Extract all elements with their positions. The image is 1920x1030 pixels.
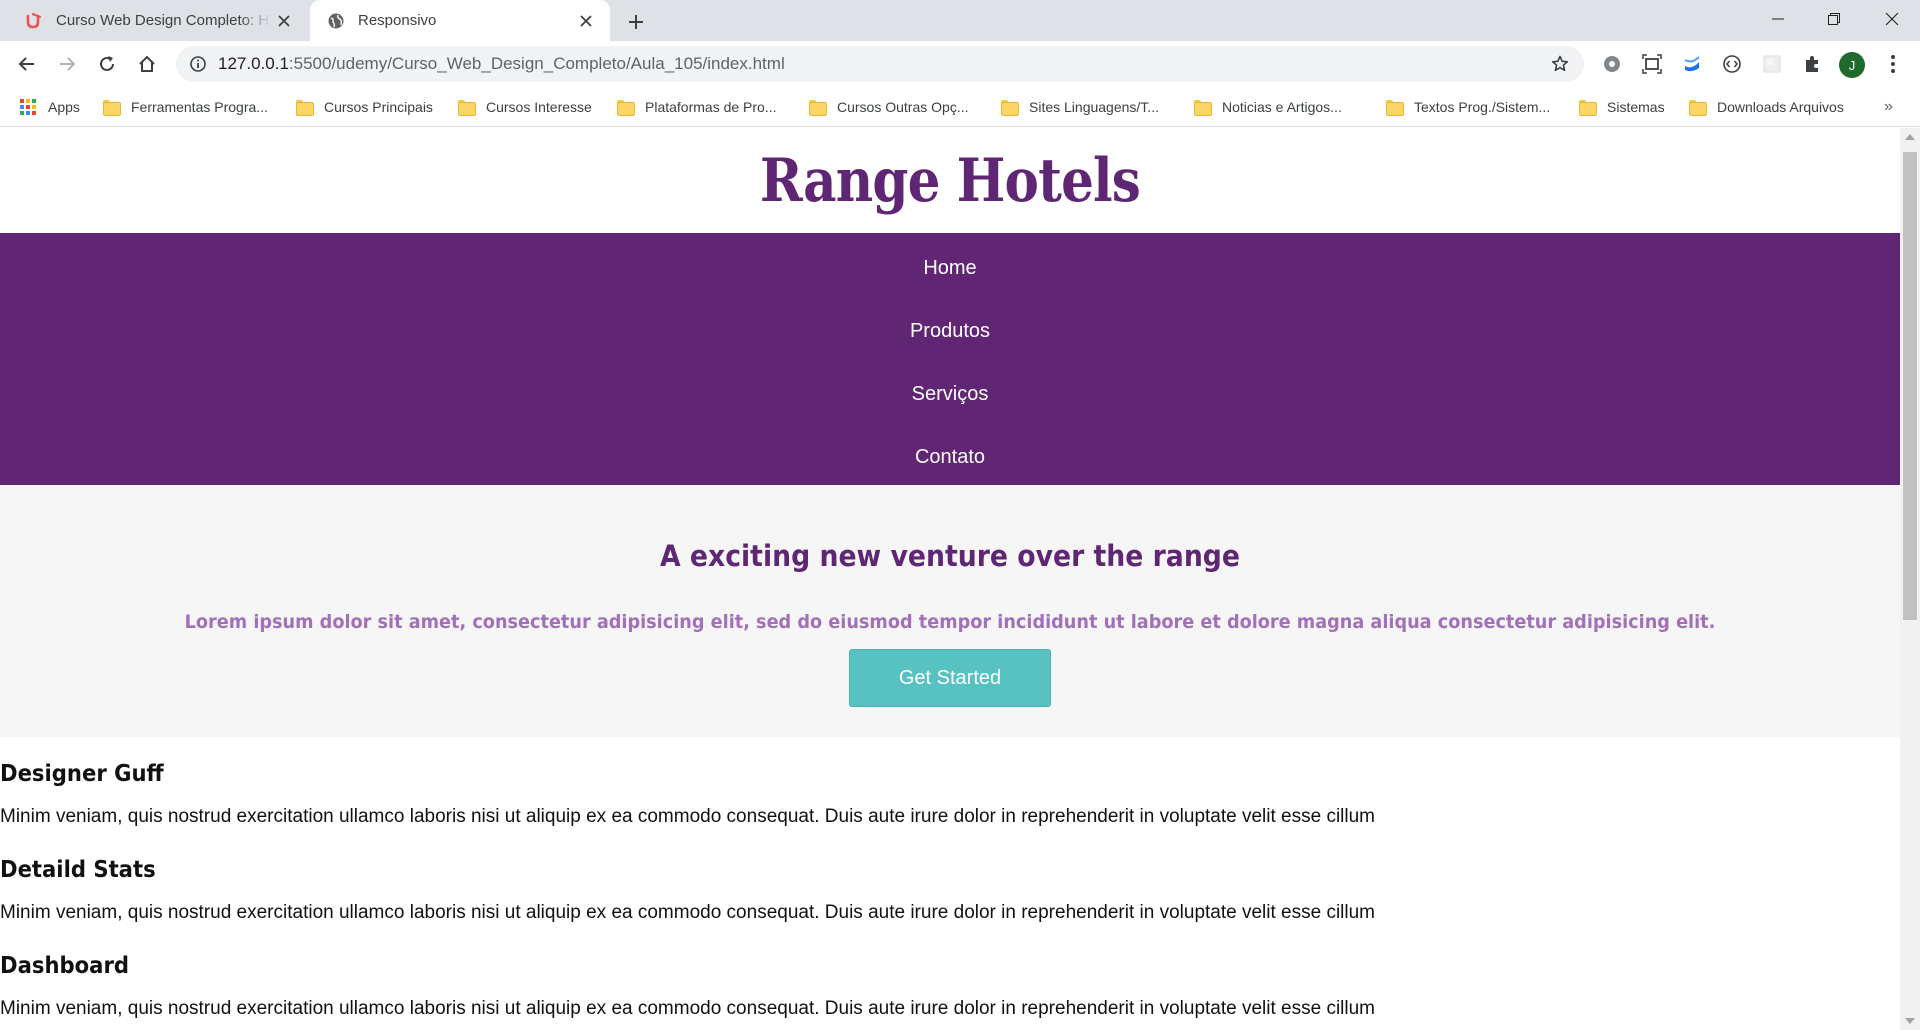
globe-icon <box>326 11 346 31</box>
bookmark-label: Ferramentas Progra... <box>131 99 268 115</box>
nav-link-home[interactable]: Home <box>923 257 976 280</box>
feature-text: Minim veniam, quis nostrud exercitation … <box>0 998 1376 1019</box>
tab-udemy-course[interactable]: Curso Web Design Completo: HTML5, CSS3 e… <box>0 0 308 41</box>
hero-text: Lorem ipsum dolor sit amet, consectetur … <box>184 611 1716 633</box>
hero-heading: A exciting new venture over the range <box>659 539 1241 573</box>
url-text: 127.0.0.1:5500/udemy/Curso_Web_Design_Co… <box>218 54 785 74</box>
bookmark-label: Sites Linguagens/T... <box>1029 99 1159 115</box>
folder-icon <box>809 100 827 116</box>
bookmark-label: Sistemas <box>1607 99 1665 115</box>
extensions-puzzle-icon[interactable] <box>1799 51 1825 77</box>
bookmark-label: Cursos Interesse <box>486 99 592 115</box>
close-tab-icon[interactable] <box>574 9 598 33</box>
code-extension-icon[interactable] <box>1719 51 1745 77</box>
info-icon[interactable] <box>188 54 208 74</box>
page-scrollbar[interactable] <box>1900 128 1920 1030</box>
bookmark-folder[interactable]: Noticias e Artigos... <box>1194 87 1342 127</box>
feature-item: Dashboard Minim veniam, quis nostrud exe… <box>0 949 1900 1023</box>
folder-icon <box>1579 100 1597 116</box>
bookmark-folder[interactable]: Downloads Arquivos <box>1689 87 1844 127</box>
blank-extension-icon[interactable] <box>1759 51 1785 77</box>
bookmark-label: Downloads Arquivos <box>1717 99 1844 115</box>
bookmark-apps[interactable]: Apps <box>20 87 80 127</box>
url-path: :5500/udemy/Curso_Web_Design_Completo/Au… <box>288 54 785 73</box>
browser-toolbar: 127.0.0.1:5500/udemy/Curso_Web_Design_Co… <box>0 41 1920 87</box>
feature-item: Designer Guff Minim veniam, quis nostrud… <box>0 757 1900 831</box>
tab-responsivo[interactable]: Responsivo <box>310 0 610 41</box>
main-nav: Home Produtos Serviços Contato <box>0 233 1900 485</box>
address-bar[interactable]: 127.0.0.1:5500/udemy/Curso_Web_Design_Co… <box>176 46 1584 82</box>
site-logo[interactable]: Range Hotels <box>760 146 1141 216</box>
bookmark-folder[interactable]: Cursos Interesse <box>458 87 592 127</box>
nav-link-produtos[interactable]: Produtos <box>910 320 990 343</box>
bookmark-label: Cursos Principais <box>324 99 433 115</box>
apps-grid-icon <box>20 99 36 115</box>
restore-icon[interactable] <box>1806 0 1862 38</box>
nav-item-servicos: Serviços <box>0 363 1900 426</box>
bookmark-folder[interactable]: Textos Prog./Sistem... <box>1386 87 1550 127</box>
folder-icon <box>1386 100 1404 116</box>
screenshot-extension-icon[interactable] <box>1639 51 1665 77</box>
drive-extension-icon[interactable] <box>1679 51 1705 77</box>
folder-icon <box>1001 100 1019 116</box>
tab-strip: Curso Web Design Completo: HTML5, CSS3 e… <box>0 0 1920 41</box>
feature-text: Minim veniam, quis nostrud exercitation … <box>0 902 1376 923</box>
bookmark-folder[interactable]: Ferramentas Progra... <box>103 87 268 127</box>
site-header: Range Hotels <box>0 128 1900 233</box>
folder-icon <box>103 100 121 116</box>
folder-icon <box>296 100 314 116</box>
scrollbar-thumb[interactable] <box>1903 152 1917 620</box>
bookmarks-bar: Apps Ferramentas Progra... Cursos Princi… <box>0 87 1920 127</box>
folder-icon <box>1194 100 1212 116</box>
nav-link-contato[interactable]: Contato <box>915 446 985 469</box>
folder-icon <box>617 100 635 116</box>
profile-avatar[interactable]: J <box>1839 52 1865 78</box>
scroll-up-icon[interactable] <box>1905 134 1915 140</box>
folder-icon <box>458 100 476 116</box>
bookmark-label: Cursos Outras Opç... <box>837 99 969 115</box>
back-arrow-icon[interactable] <box>11 48 43 80</box>
close-tab-icon[interactable] <box>272 9 296 33</box>
feature-title: Designer Guff <box>0 761 164 787</box>
folder-icon <box>1689 100 1707 116</box>
hero-section: A exciting new venture over the range Lo… <box>0 485 1900 737</box>
tab-title: Curso Web Design Completo: HTML5, CSS3 e… <box>56 12 272 29</box>
feature-title: Dashboard <box>0 953 130 979</box>
reload-icon[interactable] <box>91 48 123 80</box>
nav-item-produtos: Produtos <box>0 300 1900 363</box>
bookmark-label: Textos Prog./Sistem... <box>1414 99 1551 115</box>
page-viewport: Range Hotels Home Produtos Serviços Cont… <box>0 128 1900 1030</box>
new-tab-icon[interactable] <box>622 8 650 36</box>
bookmark-label: Noticias e Artigos... <box>1222 99 1342 115</box>
get-started-button[interactable]: Get Started <box>849 649 1051 707</box>
bookmark-label: Plataformas de Pro... <box>645 99 777 115</box>
extension-gear-icon[interactable] <box>1599 51 1625 77</box>
scroll-down-icon[interactable] <box>1905 1018 1915 1024</box>
url-host: 127.0.0.1 <box>218 54 289 73</box>
feature-item: Detaild Stats Minim veniam, quis nostrud… <box>0 853 1900 927</box>
feature-text: Minim veniam, quis nostrud exercitation … <box>0 806 1376 827</box>
features-section: Designer Guff Minim veniam, quis nostrud… <box>0 737 1900 1023</box>
forward-arrow-icon[interactable] <box>51 48 83 80</box>
bookmark-folder[interactable]: Plataformas de Pro... <box>617 87 777 127</box>
home-icon[interactable] <box>131 48 163 80</box>
nav-link-servicos[interactable]: Serviços <box>912 383 989 406</box>
bookmark-folder[interactable]: Cursos Principais <box>296 87 433 127</box>
nav-item-home: Home <box>0 237 1900 300</box>
bookmark-folder[interactable]: Cursos Outras Opç... <box>809 87 968 127</box>
close-window-icon[interactable] <box>1864 0 1920 38</box>
minimize-icon[interactable] <box>1750 0 1806 38</box>
feature-title: Detaild Stats <box>0 857 156 883</box>
bookmark-star-icon[interactable] <box>1548 52 1572 76</box>
bookmarks-overflow-icon[interactable]: » <box>1884 87 1893 127</box>
nav-item-contato: Contato <box>0 426 1900 489</box>
menu-kebab-icon[interactable] <box>1880 51 1906 77</box>
tab-title: Responsivo <box>358 12 437 29</box>
bookmark-folder[interactable]: Sites Linguagens/T... <box>1001 87 1159 127</box>
bookmark-folder[interactable]: Sistemas <box>1579 87 1665 127</box>
bookmark-label: Apps <box>48 99 80 115</box>
udemy-icon <box>24 11 44 31</box>
